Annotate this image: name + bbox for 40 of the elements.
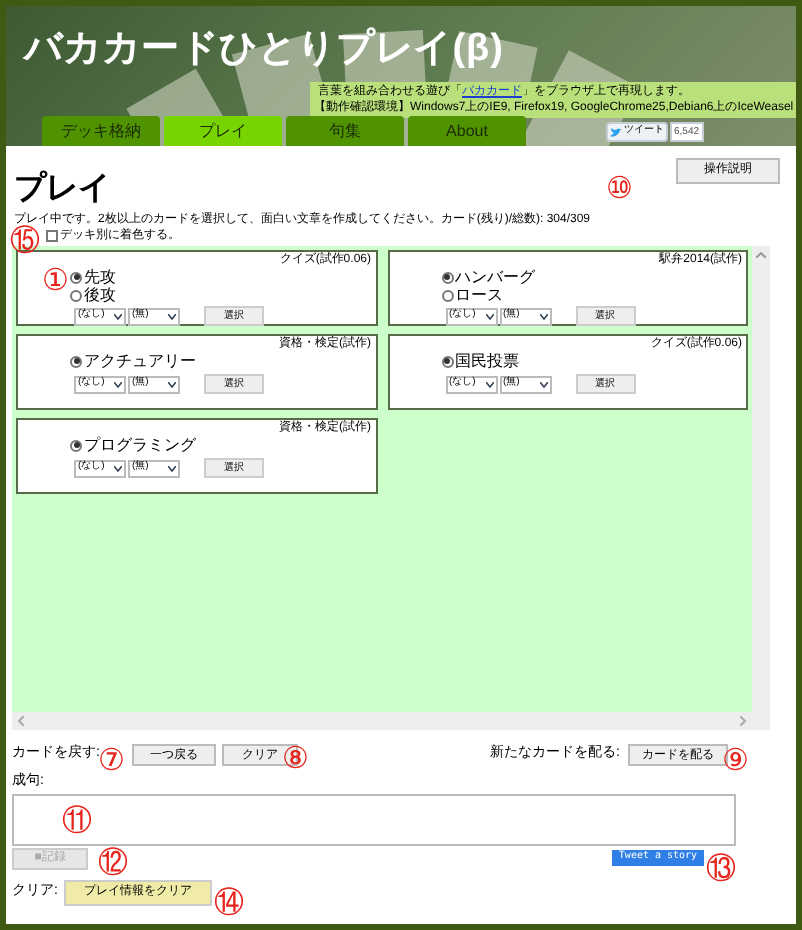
caret-icon xyxy=(114,465,122,471)
annotation-number: ⑪ xyxy=(62,806,92,836)
checkbox[interactable] xyxy=(46,230,58,242)
option-label: プログラミング xyxy=(84,436,196,454)
scroll-up-icon[interactable] xyxy=(756,252,766,258)
annotation-number: ⑫ xyxy=(98,848,128,878)
option-label: 国民投票 xyxy=(455,352,519,370)
radio-button[interactable] xyxy=(441,289,453,301)
option-label: アクチュアリー xyxy=(84,352,196,370)
option-label: 後攻 xyxy=(84,286,116,304)
annotation-number: ⑨ xyxy=(722,746,749,776)
radio-button[interactable] xyxy=(441,271,453,283)
caret-icon xyxy=(539,381,547,387)
caret-icon xyxy=(168,465,176,471)
annotation-number: ⑩ xyxy=(606,174,633,204)
radio-button[interactable] xyxy=(70,355,82,367)
nav-tab[interactable]: デッキ格納 xyxy=(42,116,160,146)
caret-icon xyxy=(485,381,493,387)
radio-button[interactable] xyxy=(70,289,82,301)
caret-icon xyxy=(114,313,122,319)
option-label: ロース xyxy=(455,286,503,304)
caret-icon xyxy=(485,313,493,319)
radio-button[interactable] xyxy=(70,271,82,283)
annotation-number: ⑬ xyxy=(706,854,736,884)
caret-icon xyxy=(539,313,547,319)
option-label: ハンバーグ xyxy=(455,268,535,286)
annotation-number: ⑭ xyxy=(214,888,244,918)
caret-icon xyxy=(168,313,176,319)
nav-tab[interactable]: プレイ xyxy=(164,116,282,146)
nav-tab[interactable]: 句集 xyxy=(286,116,404,146)
page-heading: プレイ xyxy=(14,174,110,206)
bird-icon xyxy=(610,127,622,137)
radio-button[interactable] xyxy=(70,439,82,451)
annotation-number: ① xyxy=(42,266,69,296)
nav-tab[interactable]: About xyxy=(408,116,526,146)
option-label: 先攻 xyxy=(84,268,116,286)
radio-button[interactable] xyxy=(441,355,453,367)
caret-icon xyxy=(114,381,122,387)
annotation-number: ⑮ xyxy=(10,226,40,256)
caret-icon xyxy=(168,381,176,387)
